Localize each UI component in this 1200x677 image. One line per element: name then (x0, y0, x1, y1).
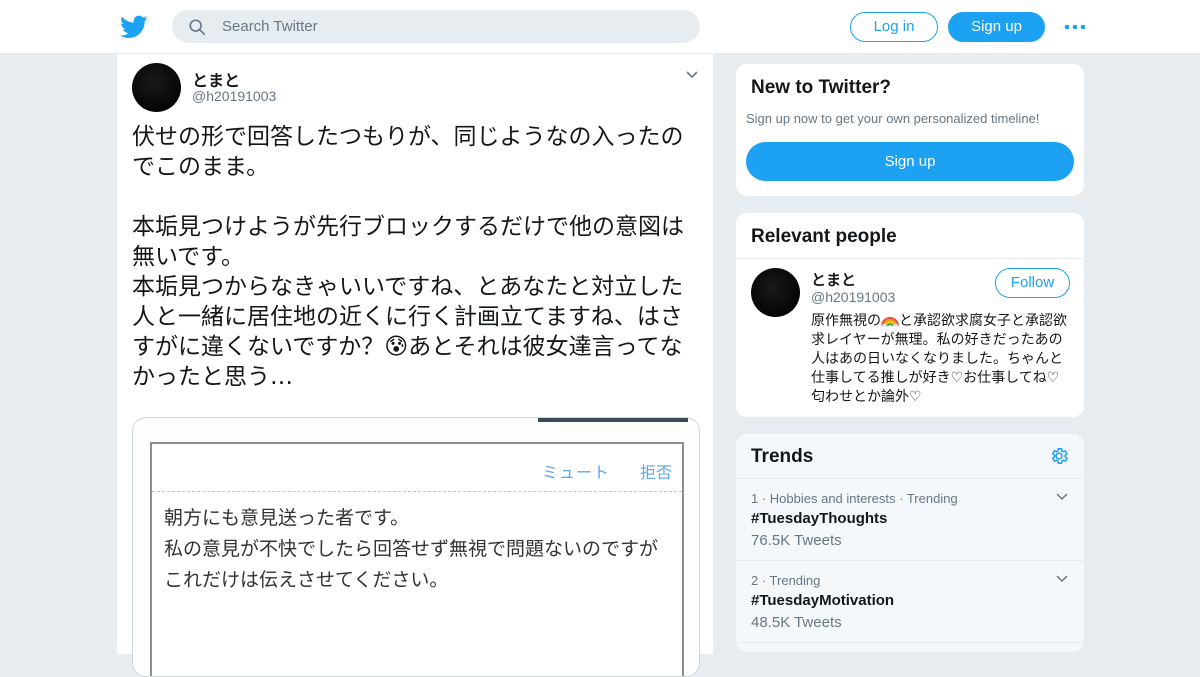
search-input[interactable] (222, 10, 682, 43)
sign-up-button[interactable]: Sign up (948, 12, 1045, 42)
person-name[interactable]: とまと (811, 269, 856, 290)
trend-item[interactable]: 1 · Hobbies and interests · Trending #Tu… (736, 479, 1084, 561)
trend-item[interactable]: 2 · Trending #TuesdayMotivation 48.5K Tw… (736, 561, 1084, 643)
person-handle[interactable]: @h20191003 (811, 289, 895, 305)
top-navigation-bar: Log in Sign up (0, 0, 1200, 54)
tweet-text: 伏せの形で回答したつもりが、同じようなの入ったのでこのまま。 本垢見つけようが先… (132, 124, 684, 390)
search-icon (189, 19, 206, 36)
chevron-down-icon[interactable] (1056, 575, 1068, 583)
media-reject-label: 拒否 (640, 463, 673, 482)
tweet-card: とまと @h20191003 伏せの形で回答したつもりが、同じようなの入ったので… (116, 54, 714, 677)
search-box[interactable] (172, 10, 700, 43)
trend-tweet-count: 76.5K Tweets (751, 532, 842, 549)
trends-title: Trends (751, 446, 814, 467)
trend-meta: 2 · Trending (751, 573, 821, 588)
relevant-people-title: Relevant people (751, 226, 897, 247)
new-to-twitter-title: New to Twitter? (751, 77, 892, 98)
media-dialog-frame: ミュート 拒否 朝方にも意見送った者です。 私の意見が不快でしたら回答せず無視で… (150, 442, 684, 676)
trend-hashtag[interactable]: #TuesdayMotivation (751, 592, 894, 609)
new-to-twitter-subtitle: Sign up now to get your own personalized… (746, 111, 1040, 126)
bio-text-before: 原作無視の (811, 313, 881, 329)
relevant-people-card: Relevant people とまと @h20191003 Follow 原作… (735, 212, 1085, 418)
trends-header: Trends (736, 434, 1084, 479)
trend-tweet-count: 48.5K Tweets (751, 614, 842, 631)
avatar[interactable] (132, 63, 181, 112)
tweet-media-image[interactable]: ミュート 拒否 朝方にも意見送った者です。 私の意見が不快でしたら回答せず無視で… (132, 417, 700, 677)
person-bio: 原作無視の と承認欲求腐女子と承認欲求レイヤーが無理。私の好きだったあの人はあの日… (811, 312, 1073, 407)
new-to-twitter-card: New to Twitter? Sign up now to get your … (735, 63, 1085, 197)
trends-card: Trends 1 · Hobbies and interests · Trend… (735, 433, 1085, 653)
media-action-row: ミュート 拒否 (152, 444, 682, 492)
media-mute-label: ミュート (542, 463, 611, 482)
twitter-bird-icon[interactable] (120, 13, 148, 41)
trend-hashtag[interactable]: #TuesdayThoughts (751, 510, 887, 527)
divider (736, 258, 1084, 259)
follow-button[interactable]: Follow (995, 268, 1070, 298)
media-top-strip (538, 418, 688, 422)
media-message-text: 朝方にも意見送った者です。 私の意見が不快でしたら回答せず無視で問題ないのですが… (164, 507, 659, 591)
chevron-down-icon[interactable] (685, 70, 699, 80)
chevron-down-icon[interactable] (1056, 493, 1068, 501)
sidebar-sign-up-button[interactable]: Sign up (746, 142, 1074, 181)
trend-meta: 1 · Hobbies and interests · Trending (751, 491, 958, 506)
gear-icon[interactable] (1049, 446, 1069, 466)
avatar[interactable] (751, 268, 800, 317)
log-in-button[interactable]: Log in (850, 12, 938, 42)
rainbow-icon (881, 317, 899, 327)
more-dots-icon[interactable] (1064, 18, 1086, 36)
tweet-author-handle[interactable]: @h20191003 (192, 88, 276, 104)
